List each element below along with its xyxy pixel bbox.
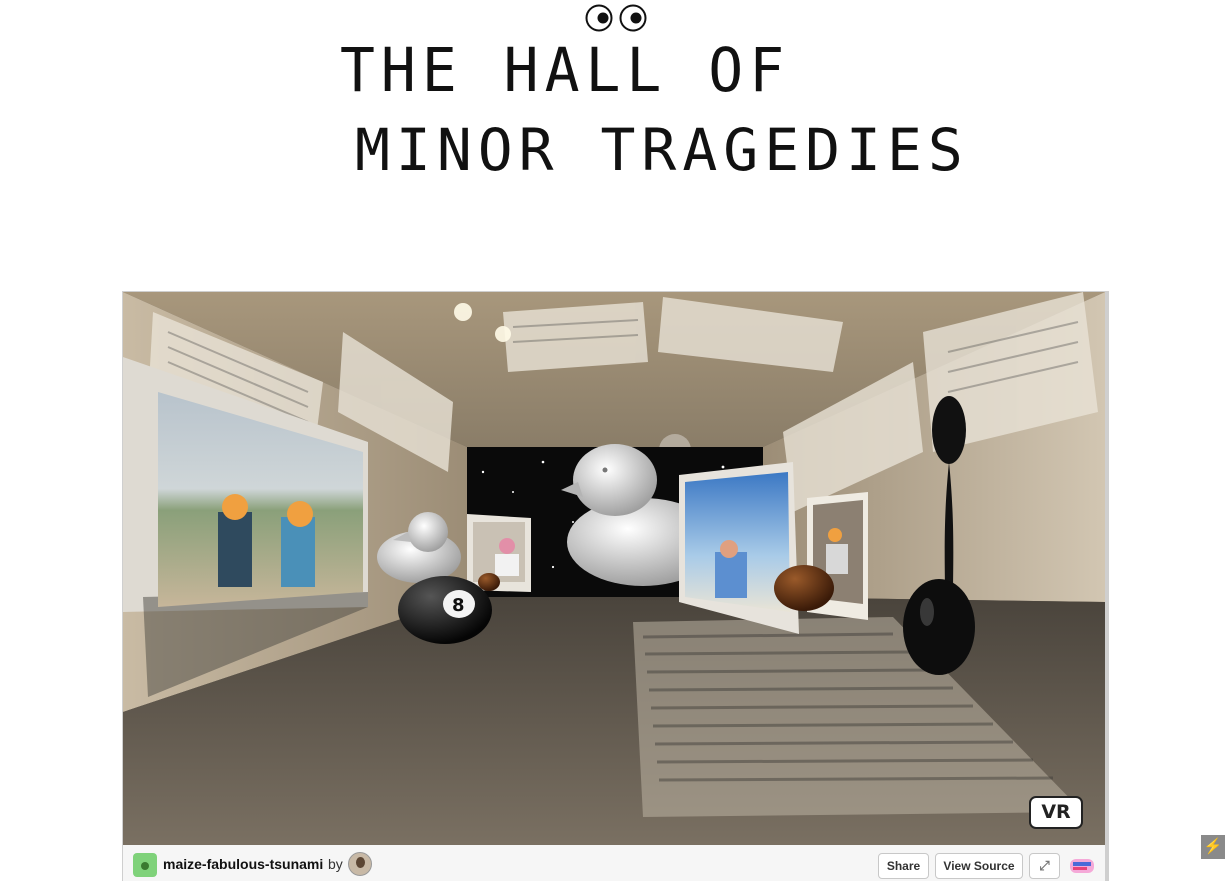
project-name-link[interactable]: maize-fabulous-tsunami [163,856,323,872]
by-label: by [328,856,343,872]
expand-icon: ⤢ [1039,858,1050,873]
view-source-button[interactable]: View Source [935,853,1023,879]
project-bar: maize-fabulous-tsunami by Share View Sou… [123,845,1105,881]
googly-eyes-icon [585,4,647,32]
3d-scene-viewport[interactable]: 8 VR [123,292,1105,845]
lightning-bolt-icon[interactable]: ⚡ [1201,835,1225,859]
project-embed: 8 VR maize-fabulous-tsunami by Share Vie… [122,291,1109,881]
svg-text:8: 8 [452,595,465,616]
fullscreen-button[interactable]: ⤢ [1029,853,1060,879]
vr-button[interactable]: VR [1029,796,1083,829]
title-line-2: MINOR TRAGEDIES [355,116,969,184]
page-title: THE HALL OF MINOR TRAGEDIES [330,34,963,196]
glitch-fish-logo-icon[interactable] [1069,853,1095,879]
black-spoon [932,396,966,464]
project-avatar-icon[interactable] [133,853,157,877]
share-button[interactable]: Share [878,853,929,879]
user-avatar[interactable] [348,852,372,876]
brown-egg [774,565,834,611]
title-line-1: THE HALL OF [340,34,791,106]
